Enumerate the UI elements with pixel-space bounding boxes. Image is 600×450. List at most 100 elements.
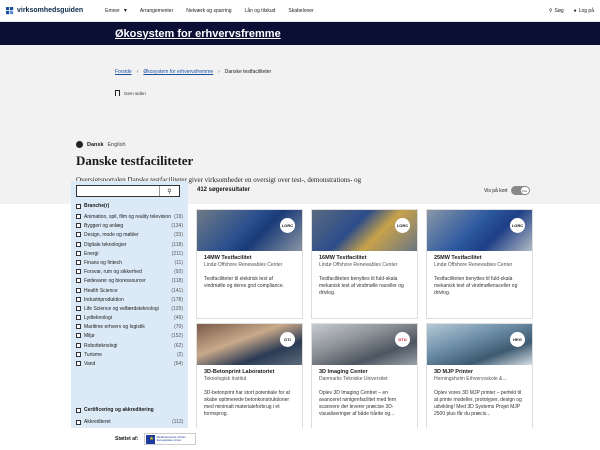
- filter-option-label: Byggeri og anlæg: [84, 223, 124, 230]
- card-title[interactable]: 3D-Betonprint Laboratoriet: [204, 369, 295, 375]
- lang-english[interactable]: English: [108, 142, 126, 148]
- map-toggle[interactable]: Vis på kort Fra: [484, 186, 530, 195]
- filter-option[interactable]: Lydteknologi (49): [76, 315, 183, 321]
- page-title: Danske testfaciliteter: [76, 153, 194, 168]
- filter-option-count: (49): [174, 315, 183, 322]
- facet-branche[interactable]: Branche(r): [76, 203, 109, 209]
- filter-option-count: (2): [176, 351, 183, 358]
- site-logo[interactable]: virksomhedsguiden: [6, 6, 84, 15]
- nav-arrangementer[interactable]: Arrangementer: [140, 8, 173, 14]
- result-card[interactable]: LORC 25MW Testfacilitet Lindø Offshore Ren…: [426, 209, 533, 319]
- filter-option[interactable]: Byggeri og anlæg (134): [76, 223, 183, 229]
- filter-option-label: Animation, spil, film og reality televis…: [84, 214, 171, 220]
- filter-option-label: Forsvar, rum og sikkerhed: [84, 269, 142, 276]
- filter-option-count: (141): [171, 287, 183, 294]
- filter-option[interactable]: Animation, spil, film og reality televis…: [76, 214, 183, 220]
- filter-option[interactable]: Digitale teknologier (118): [76, 241, 183, 248]
- main-content: ⚲ Branche(r) Animation, spil, film og re…: [0, 181, 600, 450]
- card-organization: Herningsholm Erhvervsskole &...: [434, 376, 507, 382]
- login-button[interactable]: ● Log på: [574, 8, 594, 14]
- save-page-label: Gem siden: [124, 90, 146, 96]
- search-label: Søg: [554, 7, 564, 14]
- card-title[interactable]: 16MW Testfacilitet: [319, 255, 410, 261]
- facet-certificering-label: Certificering og akkreditering: [84, 407, 154, 413]
- filter-checkbox[interactable]: [76, 342, 81, 348]
- filter-option-label: Finans og fintech: [84, 259, 123, 266]
- filter-sidebar: ⚲ Branche(r) Animation, spil, film og re…: [71, 181, 188, 450]
- search-submit-button[interactable]: ⚲: [159, 186, 179, 196]
- filter-akkrediteret-count: (112): [172, 419, 184, 425]
- card-organization: Danmarks Tekniske Universitet: [319, 376, 388, 382]
- filter-option-label: Digitale teknologier: [84, 241, 127, 248]
- filter-checkbox[interactable]: [76, 287, 81, 293]
- breadcrumb-current: Danske testfaciliteter: [224, 69, 272, 75]
- nav-netvaerk[interactable]: Netværk og sparring: [186, 8, 231, 14]
- chevron-down-icon: ▾: [123, 8, 127, 14]
- filter-option[interactable]: Maritime erhverv og logistik (70): [76, 324, 183, 330]
- filter-checkbox[interactable]: [76, 250, 81, 256]
- filter-checkbox[interactable]: [76, 269, 81, 275]
- filter-option[interactable]: Fødevarer og bioressourcer (118): [76, 278, 183, 284]
- filter-checkbox[interactable]: [76, 241, 81, 247]
- filter-option-label: Robotteknologi: [84, 342, 118, 349]
- chevron-right-icon: ›: [136, 69, 139, 75]
- search-button[interactable]: ⚲ Søg: [549, 8, 564, 14]
- map-toggle-switch[interactable]: Fra: [510, 186, 530, 195]
- nav-laan[interactable]: Lån og tilskud: [245, 8, 276, 14]
- save-page-button[interactable]: Gem siden: [115, 90, 146, 96]
- breadcrumb-oekosystem[interactable]: Økosystem for erhvervsfremme: [143, 69, 213, 75]
- filter-option[interactable]: Health Science (141): [76, 287, 183, 294]
- nav-skabeloner[interactable]: Skabeloner: [288, 8, 313, 14]
- filter-option[interactable]: Industriproduktion (178): [76, 296, 183, 303]
- card-title[interactable]: 3D MJP Printer: [434, 369, 525, 375]
- filter-option[interactable]: Finans og fintech (11): [76, 259, 183, 266]
- nav-emner[interactable]: Emner ▾: [105, 7, 127, 15]
- filter-option[interactable]: Energi (211): [76, 250, 183, 257]
- filter-checkbox[interactable]: [76, 259, 81, 265]
- filter-option[interactable]: Forsvar, rum og sikkerhed (92): [76, 269, 183, 275]
- banner-title[interactable]: Økosystem for erhvervsfremme: [115, 28, 281, 40]
- filter-checkbox[interactable]: [76, 214, 81, 219]
- search-input[interactable]: ⚲: [76, 185, 180, 197]
- filter-checkbox[interactable]: [76, 324, 81, 330]
- filter-checkbox[interactable]: [76, 419, 81, 425]
- result-card[interactable]: LORC 16MW Testfacilitet Lindø Offshore Ren…: [311, 209, 418, 319]
- organization-logo: LORC: [395, 218, 410, 233]
- filter-checkbox[interactable]: [76, 351, 81, 357]
- filter-option-count: (64): [174, 361, 183, 367]
- facet-checkbox[interactable]: [76, 203, 81, 209]
- facet-checkbox[interactable]: [76, 407, 81, 413]
- card-organization: Lindø Offshore Renewables Center: [204, 262, 283, 268]
- filter-option[interactable]: Robotteknologi (62): [76, 342, 183, 349]
- card-title[interactable]: 3D Imaging Center: [319, 369, 410, 375]
- filter-option-count: (118): [171, 278, 183, 285]
- filter-option-count: (19): [174, 214, 183, 220]
- filter-option[interactable]: Miljø (152): [76, 333, 183, 339]
- filter-checkbox[interactable]: [76, 361, 81, 366]
- card-title[interactable]: 25MW Testfacilitet: [434, 255, 525, 261]
- filter-checkbox[interactable]: [76, 232, 81, 238]
- card-image: HEG: [427, 324, 532, 365]
- breadcrumb-forside[interactable]: Forside: [115, 69, 132, 75]
- facet-certificering[interactable]: Certificering og akkreditering: [76, 407, 154, 413]
- lang-dansk[interactable]: Dansk: [87, 142, 104, 148]
- filter-option[interactable]: Turisme (2): [76, 351, 183, 358]
- filter-checkbox[interactable]: [76, 296, 81, 302]
- card-organization: Lindø Offshore Renewables Center: [319, 262, 398, 268]
- eu-logo: Medfinansieret af Den Europæiske Union: [144, 433, 197, 445]
- filter-option[interactable]: Design, mode og møbler (33): [76, 232, 183, 238]
- logo-text: virksomhedsguiden: [17, 7, 84, 14]
- filter-checkbox[interactable]: [76, 315, 81, 321]
- filter-checkbox[interactable]: [76, 278, 81, 284]
- filter-option-count: (70): [174, 324, 183, 331]
- filter-checkbox[interactable]: [76, 333, 81, 339]
- globe-icon: [76, 141, 83, 148]
- filter-option-label: Health Science: [84, 287, 118, 294]
- filter-akkrediteret[interactable]: Akkrediteret (112): [76, 419, 183, 425]
- filter-option[interactable]: Life Science og velfærdsteknologi (129): [76, 305, 183, 312]
- card-title[interactable]: 14MW Testfacilitet: [204, 255, 295, 261]
- filter-option[interactable]: Vand (64): [76, 361, 183, 367]
- filter-checkbox[interactable]: [76, 305, 81, 311]
- result-card[interactable]: LORC 14MW Testfacilitet Lindø Offshore Ren…: [196, 209, 303, 319]
- filter-checkbox[interactable]: [76, 223, 81, 229]
